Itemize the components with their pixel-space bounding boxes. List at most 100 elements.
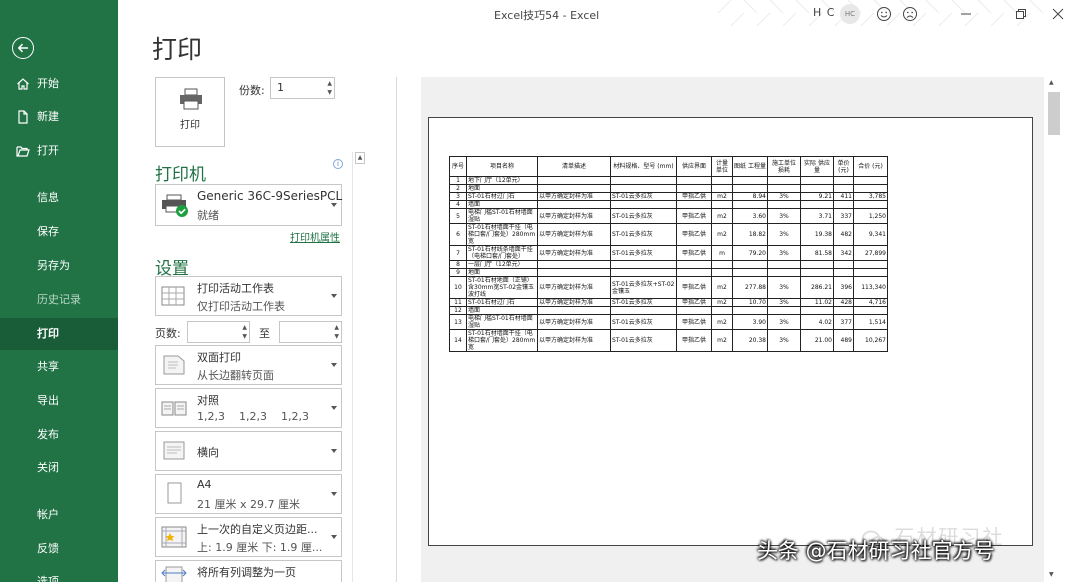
table-cell: 甲指乙供	[676, 208, 712, 224]
stepper-up-icon[interactable]: ▲	[242, 324, 247, 332]
table-cell: ST-01石材过门石	[466, 298, 538, 307]
table-cell: 3%	[767, 329, 801, 352]
collate-dropdown[interactable]: 对照 1,2,3 1,2,3 1,2,3	[155, 388, 342, 428]
copies-stepper[interactable]: 1 ▲ ▼	[270, 77, 335, 99]
sidebar-item-label: 新建	[37, 110, 59, 123]
table-cell	[537, 260, 611, 269]
paper-size-icon	[167, 482, 182, 504]
scroll-up-icon[interactable]: ▲	[355, 152, 365, 164]
stepper-down-icon[interactable]: ▼	[334, 333, 339, 341]
table-row: 6 ST-01石材墙面干挂（电梯口套/门套处）280mm宽 以甲方确定封样为准 ST-…	[449, 223, 888, 246]
sidebar-item-label: 发布	[37, 428, 59, 441]
duplex-icon	[163, 355, 185, 375]
paper-size-dropdown[interactable]: A4 21 厘米 x 29.7 厘米	[155, 474, 342, 514]
table-cell: 以甲方确定封样为准	[537, 314, 611, 330]
sidebar-item-history[interactable]: 历史记录	[0, 284, 118, 316]
minimize-icon[interactable]	[958, 6, 974, 22]
sidebar-item-save-as[interactable]: 另存为	[0, 250, 118, 282]
sidebar-item-save[interactable]: 保存	[0, 216, 118, 248]
table-header-cell: 项目名称	[466, 156, 538, 177]
info-icon[interactable]: i	[333, 159, 343, 169]
table-cell	[610, 184, 677, 193]
margins-dropdown[interactable]: 上一次的自定义页边距... 上: 1.9 厘米 下: 1.9 厘...	[155, 517, 342, 557]
sidebar-item-label: 导出	[37, 394, 59, 407]
avatar[interactable]: HC	[840, 4, 860, 24]
pages-to-input[interactable]: ▲ ▼	[279, 321, 342, 343]
table-row: 9 地面	[449, 268, 888, 277]
paper-size-subtitle: 21 厘米 x 29.7 厘米	[197, 498, 300, 511]
table-cell: 3%	[767, 245, 801, 261]
table-cell	[537, 306, 611, 315]
preview-scrollbar[interactable]: ▲ ▼	[1046, 77, 1062, 582]
sidebar-item-feedback[interactable]: 反馈	[0, 533, 118, 565]
close-icon[interactable]	[1050, 6, 1066, 22]
print-button[interactable]: 打印	[155, 77, 225, 147]
duplex-subtitle: 从长边翻转页面	[197, 369, 274, 382]
table-cell: 7	[449, 245, 467, 261]
back-arrow-icon[interactable]	[12, 37, 34, 59]
table-cell: 一层门厅（12单元）	[466, 260, 538, 269]
scroll-down-icon[interactable]: ▼	[1049, 571, 1054, 578]
sidebar-item-new[interactable]: 新建	[0, 101, 118, 133]
table-cell: m2	[711, 223, 733, 246]
table-cell: ST-01云多拉灰	[610, 192, 677, 201]
stepper-up-icon[interactable]: ▲	[327, 80, 332, 88]
printer-dropdown[interactable]: Generic 36C-9SeriesPCL 就绪	[155, 184, 342, 226]
table-cell: 1	[449, 176, 467, 185]
print-what-dropdown[interactable]: 打印活动工作表 仅打印活动工作表	[155, 276, 342, 316]
sidebar-item-home[interactable]: 开始	[0, 68, 118, 100]
table-cell	[833, 200, 854, 209]
table-cell: 9,341	[853, 223, 888, 246]
margins-title: 上一次的自定义页边距...	[197, 523, 318, 536]
table-cell: ST-01石材墙面干挂（电梯口套/门套处）280mm宽	[466, 223, 538, 246]
scaling-dropdown[interactable]: 将所有列调整为一页	[155, 560, 342, 582]
user-name[interactable]: H C	[813, 6, 835, 19]
paper-size-title: A4	[197, 478, 212, 491]
sidebar-item-account[interactable]: 帐户	[0, 499, 118, 531]
sidebar-item-export[interactable]: 导出	[0, 385, 118, 417]
table-row: 5 电梯门槛ST-01石材墙面湿贴 以甲方确定封样为准 ST-01云多拉灰 甲指乙供 m2…	[449, 208, 888, 224]
sidebar-item-open[interactable]: 打开	[0, 135, 118, 167]
table-cell	[610, 260, 677, 269]
scrollbar-thumb[interactable]	[1048, 92, 1060, 135]
pages-from-input[interactable]: ▲ ▼	[187, 321, 250, 343]
duplex-dropdown[interactable]: 双面打印 从长边翻转页面	[155, 345, 342, 385]
collate-icon	[161, 401, 187, 416]
table-cell	[676, 176, 712, 185]
table-cell: 20.38	[732, 329, 768, 352]
table-cell: 地下门厅（12单元）	[466, 176, 538, 185]
frown-icon[interactable]	[902, 6, 918, 22]
sidebar-item-print[interactable]: 打印	[0, 318, 118, 350]
sidebar-item-publish[interactable]: 发布	[0, 419, 118, 451]
stepper-down-icon[interactable]: ▼	[327, 89, 332, 97]
pages-label: 页数:	[155, 327, 181, 340]
sidebar-item-options[interactable]: 选项	[0, 566, 118, 582]
printer-properties-link[interactable]: 打印机属性	[290, 229, 340, 244]
sidebar-item-label: 选项	[37, 575, 59, 582]
table-cell: ST-01石材地面（正铺）含30mm宽ST-02金镶玉波打线	[466, 276, 538, 299]
table-row: 12 墙面	[449, 306, 888, 315]
orientation-dropdown[interactable]: 横向	[155, 431, 342, 471]
table-cell	[610, 176, 677, 185]
sidebar-item-info[interactable]: 信息	[0, 182, 118, 214]
backstage-sidebar: 开始 新建 打开 信息 保存 另存为 历史记录 打印 共享 导出 发布 关闭 帐…	[0, 0, 118, 582]
sidebar-item-share[interactable]: 共享	[0, 351, 118, 383]
sidebar-item-close[interactable]: 关闭	[0, 452, 118, 484]
smile-icon[interactable]	[876, 6, 892, 22]
table-cell	[732, 184, 768, 193]
table-cell	[537, 184, 611, 193]
restore-icon[interactable]	[1013, 6, 1029, 22]
table-row: 14 ST-01石材墙面干挂（电梯口套/门套处）280mm宽 以甲方确定封样为准 ST…	[449, 329, 888, 352]
settings-scrollbar[interactable]: ▲	[352, 152, 366, 582]
table-cell	[767, 176, 801, 185]
table-cell: 3	[449, 192, 467, 201]
table-row: 7 ST-01石材线条墙面干挂（电梯口套/门套处） 以甲方确定封样为准 ST-01云多…	[449, 245, 888, 261]
table-cell: 11	[449, 298, 467, 307]
table-cell: 342	[833, 245, 854, 261]
table-cell	[800, 260, 834, 269]
table-cell	[800, 184, 834, 193]
stepper-down-icon[interactable]: ▼	[242, 333, 247, 341]
table-cell	[732, 306, 768, 315]
scroll-up-icon[interactable]: ▲	[1049, 79, 1054, 86]
stepper-up-icon[interactable]: ▲	[334, 324, 339, 332]
